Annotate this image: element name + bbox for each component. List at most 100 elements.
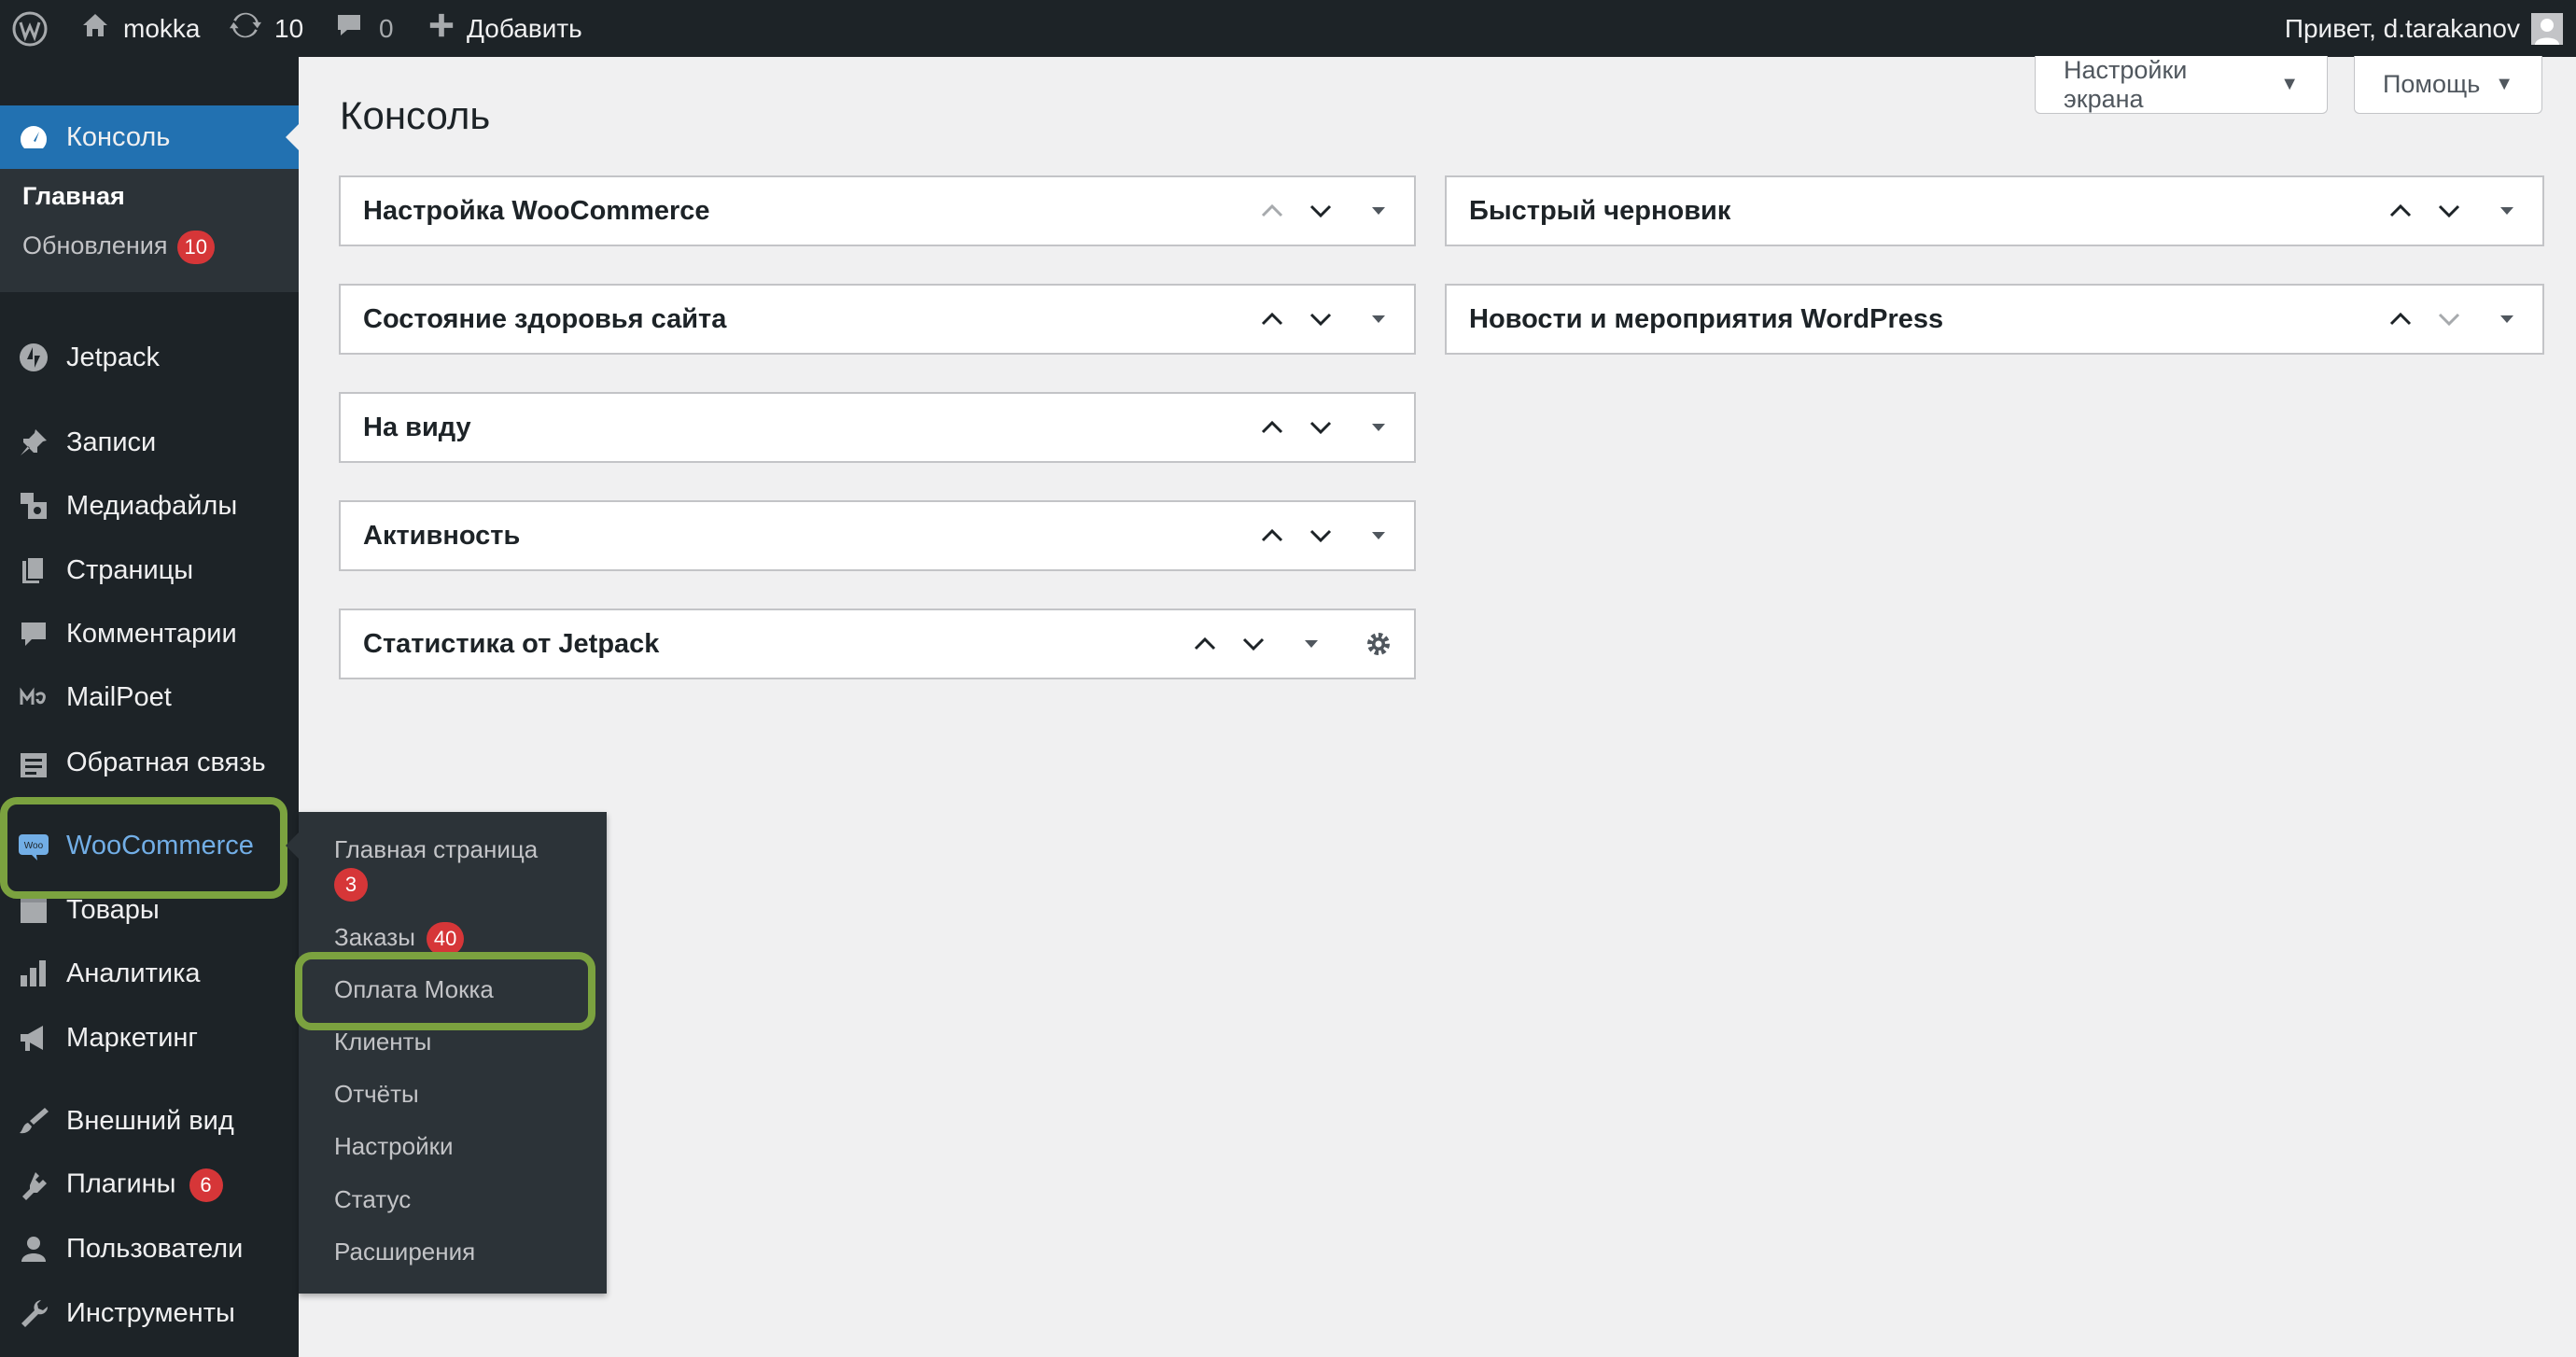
sidebar-item-jetpack[interactable]: Jetpack: [0, 326, 299, 389]
account-menu[interactable]: Привет, d.tarakanov: [2285, 0, 2563, 57]
comments-count: 0: [379, 13, 394, 43]
sidebar-item-mailpoet[interactable]: MailPoet: [0, 665, 299, 729]
move-up-icon[interactable]: [1255, 194, 1289, 228]
toggle-panel-icon[interactable]: [2490, 194, 2524, 228]
widget-at-a-glance: На виду: [339, 392, 1416, 463]
sidebar-item-marketing[interactable]: Маркетинг: [0, 1006, 299, 1070]
help-button[interactable]: Помощь ▼: [2354, 56, 2542, 114]
current-indicator: [286, 124, 299, 150]
sidebar-item-comments[interactable]: Комментарии: [0, 602, 299, 665]
sidebar-item-pages[interactable]: Страницы: [0, 539, 299, 602]
updates-label: Обновления: [22, 231, 168, 260]
move-down-icon[interactable]: [2432, 194, 2466, 228]
move-up-icon[interactable]: [1255, 411, 1289, 444]
toggle-panel-icon[interactable]: [1362, 194, 1395, 228]
widget-title: Статистика от Jetpack: [363, 629, 660, 659]
submenu-item-updates[interactable]: Обновления 10: [22, 231, 215, 264]
updates-link[interactable]: 10: [230, 0, 303, 57]
toggle-panel-icon[interactable]: [1295, 627, 1328, 661]
toggle-panel-icon[interactable]: [2490, 302, 2524, 336]
dropdown-arrow-icon: ▼: [2280, 74, 2299, 94]
screen-options-label: Настройки экрана: [2064, 55, 2188, 113]
sidebar-item-label: Плагины 6: [66, 1168, 223, 1202]
sidebar-item-feedback[interactable]: Обратная связь: [0, 731, 299, 794]
widget-site-health: Состояние здоровья сайта: [339, 284, 1416, 355]
sidebar-item-posts[interactable]: Записи: [0, 411, 299, 474]
flyout-home-badge: 3: [334, 868, 368, 902]
refresh-icon: [230, 9, 261, 48]
plugins-label: Плагины: [66, 1168, 176, 1199]
move-up-icon[interactable]: [2384, 302, 2417, 336]
site-name-link[interactable]: mokka: [80, 0, 200, 57]
sidebar-item-label: Аналитика: [66, 958, 201, 988]
updates-badge: 10: [176, 231, 215, 264]
move-up-icon[interactable]: [1188, 627, 1222, 661]
gear-icon[interactable]: [1362, 627, 1395, 661]
flyout-item-extensions[interactable]: Расширения: [334, 1235, 475, 1268]
sidebar-item-label: MailPoet: [66, 681, 172, 712]
pages-icon: [13, 550, 54, 591]
toggle-panel-icon[interactable]: [1362, 302, 1395, 336]
avatar: [2531, 12, 2563, 45]
flyout-item-orders[interactable]: Заказы 40: [334, 920, 465, 957]
move-down-icon[interactable]: [1304, 519, 1337, 553]
comment-bubble-icon: [334, 10, 364, 47]
toggle-panel-icon[interactable]: [1362, 411, 1395, 444]
sidebar-item-label: Товары: [66, 894, 160, 925]
move-down-icon[interactable]: [2432, 302, 2466, 336]
home-icon: [80, 10, 110, 47]
submenu-item-home[interactable]: Главная: [22, 182, 125, 211]
move-up-icon[interactable]: [1255, 519, 1289, 553]
sidebar-item-label: Пользователи: [66, 1233, 244, 1264]
sidebar-item-appearance[interactable]: Внешний вид: [0, 1089, 299, 1153]
admin-sidebar: Консоль Главная Обновления 10 Jetpack Зап…: [0, 57, 299, 1357]
flyout-item-home[interactable]: Главная страница 3: [334, 832, 538, 902]
screen-options-button[interactable]: Настройки экрана ▼: [2035, 56, 2328, 114]
brush-icon: [13, 1100, 54, 1141]
page-title: Консоль: [340, 93, 491, 137]
sidebar-item-tools[interactable]: Инструменты: [0, 1281, 299, 1345]
move-up-icon[interactable]: [2384, 194, 2417, 228]
plugins-badge: 6: [189, 1168, 223, 1202]
add-new-label: Добавить: [467, 13, 582, 43]
sidebar-item-media[interactable]: Медиафайлы: [0, 474, 299, 538]
flyout-item-reports[interactable]: Отчёты: [334, 1077, 419, 1111]
comment-icon: [13, 613, 54, 654]
mailpoet-icon: [13, 677, 54, 718]
widget-title: Активность: [363, 521, 521, 551]
move-down-icon[interactable]: [1304, 302, 1337, 336]
move-up-icon[interactable]: [1255, 302, 1289, 336]
mokka-payment-highlight: [295, 952, 595, 1030]
woocommerce-flyout-menu: Главная страница 3 Заказы 40 Оплата Мокка…: [286, 812, 607, 1294]
console-submenu: Главная Обновления 10: [0, 169, 299, 292]
flyout-item-settings[interactable]: Настройки: [334, 1129, 454, 1163]
move-down-icon[interactable]: [1304, 411, 1337, 444]
sidebar-item-users[interactable]: Пользователи: [0, 1217, 299, 1280]
widget-activity: Активность: [339, 500, 1416, 571]
wrench-icon: [13, 1293, 54, 1334]
add-new-link[interactable]: Добавить: [427, 0, 582, 57]
wordpress-logo-icon[interactable]: [11, 0, 49, 57]
sidebar-item-label: Консоль: [66, 121, 171, 152]
sidebar-item-label: Обратная связь: [66, 747, 266, 777]
sidebar-item-console[interactable]: Консоль: [0, 105, 299, 169]
feedback-icon: [13, 742, 54, 783]
comments-link[interactable]: 0: [334, 0, 394, 57]
woocommerce-highlight: [0, 797, 287, 899]
widget-title: Настройка WooCommerce: [363, 196, 710, 226]
move-down-icon[interactable]: [1304, 194, 1337, 228]
dashboard-icon: [13, 117, 54, 158]
move-down-icon[interactable]: [1237, 627, 1270, 661]
widget-title: Состояние здоровья сайта: [363, 304, 727, 334]
help-label: Помощь: [2383, 70, 2481, 98]
sidebar-item-plugins[interactable]: Плагины 6: [0, 1154, 299, 1217]
flyout-item-status[interactable]: Статус: [334, 1182, 411, 1216]
widget-jetpack-stats: Статистика от Jetpack: [339, 609, 1416, 679]
sidebar-item-analytics[interactable]: Аналитика: [0, 942, 299, 1005]
sidebar-item-label: Страницы: [66, 554, 194, 585]
sidebar-item-label: Инструменты: [66, 1297, 235, 1328]
flyout-item-label: Заказы: [334, 923, 415, 951]
toggle-panel-icon[interactable]: [1362, 519, 1395, 553]
widget-quick-draft: Быстрый черновик: [1445, 175, 2544, 246]
flyout-item-label: Главная страница: [334, 835, 539, 863]
